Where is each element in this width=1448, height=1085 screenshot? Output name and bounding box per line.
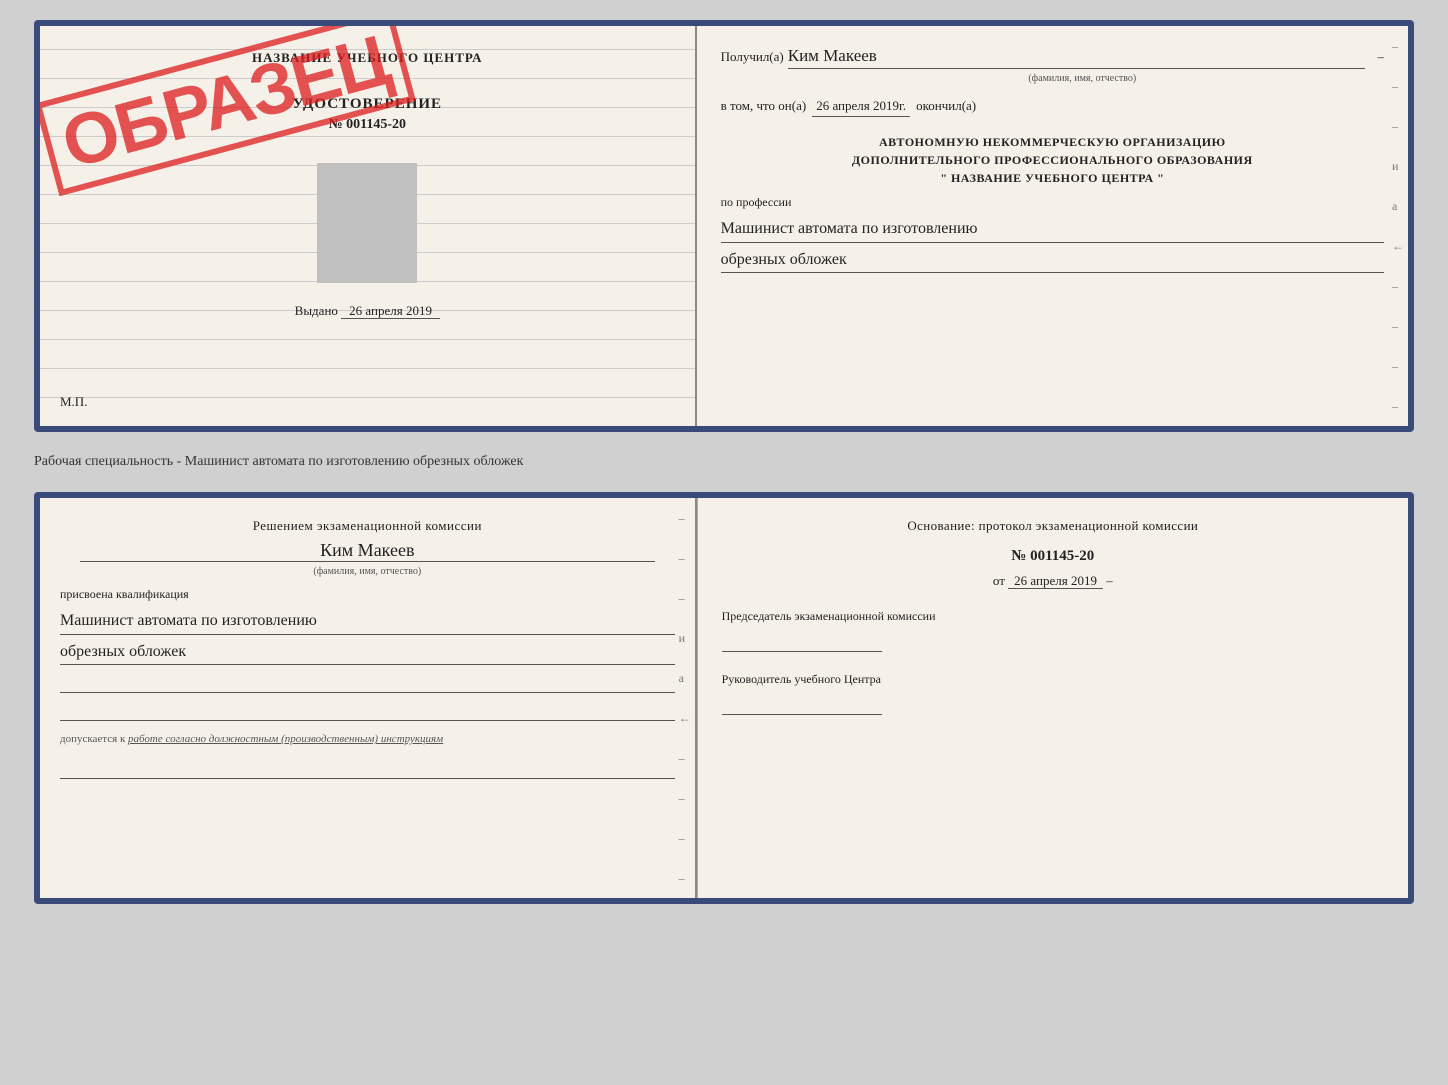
mp-label: М.П. (60, 394, 87, 410)
org-line1: АВТОНОМНУЮ НЕКОММЕРЧЕСКУЮ ОРГАНИЗАЦИЮ (721, 133, 1384, 151)
top-doc-left: НАЗВАНИЕ УЧЕБНОГО ЦЕНТРА ОБРАЗЕЦ УДОСТОВ… (40, 26, 697, 426)
person-name: Ким Макеев (80, 540, 655, 562)
qualification-line1: Машинист автомата по изготовлению (60, 608, 675, 635)
issued-line: Выдано 26 апреля 2019 (60, 303, 675, 319)
protocol-date-line: от 26 апреля 2019 – (722, 573, 1384, 589)
bottom-doc-right: Основание: протокол экзаменационной коми… (697, 498, 1408, 898)
separator-text: Рабочая специальность - Машинист автомат… (34, 448, 1414, 476)
bottom-doc-left: Решением экзаменационной комиссии Ким Ма… (40, 498, 697, 898)
osnov-text: Основание: протокол экзаменационной коми… (722, 518, 1384, 534)
certificate-number: № 001145-20 (60, 117, 675, 133)
допуск-text: допускается к работе согласно должностны… (60, 733, 675, 745)
допуск-prefix: допускается к (60, 733, 125, 745)
profession-line2: обрезных обложек (721, 247, 1384, 274)
vtom-suffix: окончил(а) (916, 98, 976, 114)
blank-line-3 (60, 759, 675, 779)
bottom-document: Решением экзаменационной комиссии Ким Ма… (34, 492, 1414, 904)
chairman-sig-line (722, 628, 882, 652)
top-doc-right: Получил(а) Ким Макеев – (фамилия, имя, о… (697, 26, 1408, 426)
side-dashes-bottom: –––иа←–––– (679, 498, 691, 898)
vtom-prefix: в том, что он(а) (721, 98, 807, 114)
допуск-italic: работе согласно должностным (производств… (128, 733, 443, 745)
blank-line-2 (60, 701, 675, 721)
vtom-line: в том, что он(а) 26 апреля 2019г. окончи… (721, 98, 1384, 117)
protocol-number: № 001145-20 (722, 548, 1384, 565)
recipient-sublabel: (фамилия, имя, отчество) (781, 73, 1384, 84)
protocol-date: 26 апреля 2019 (1008, 573, 1103, 589)
org-line3: " НАЗВАНИЕ УЧЕБНОГО ЦЕНТРА " (721, 169, 1384, 187)
side-dashes: –––иа←–––– (1392, 26, 1404, 426)
recipient-name: Ким Макеев (788, 46, 1366, 69)
qualification-line2: обрезных обложек (60, 639, 675, 666)
org-text: АВТОНОМНУЮ НЕКОММЕРЧЕСКУЮ ОРГАНИЗАЦИЮ ДО… (721, 133, 1384, 187)
profession-line1: Машинист автомата по изготовлению (721, 216, 1384, 243)
photo-placeholder (317, 163, 417, 283)
separator-label: Рабочая специальность - Машинист автомат… (34, 454, 523, 469)
chairman-block: Председатель экзаменационной комиссии (722, 609, 1384, 652)
director-block: Руководитель учебного Центра (722, 672, 1384, 715)
vtom-date: 26 апреля 2019г. (812, 98, 910, 117)
protocol-date-prefix: от (993, 573, 1005, 588)
director-label: Руководитель учебного Центра (722, 672, 1384, 687)
issued-label: Выдано (295, 303, 338, 318)
top-document: НАЗВАНИЕ УЧЕБНОГО ЦЕНТРА ОБРАЗЕЦ УДОСТОВ… (34, 20, 1414, 432)
profession-label: по профессии (721, 195, 1384, 210)
recipient-line: Получил(а) Ким Макеев – (721, 46, 1384, 69)
obrazec-stamp: ОБРАЗЕЦ (35, 36, 346, 325)
blank-line-1 (60, 673, 675, 693)
qualification-label: присвоена квалификация (60, 587, 675, 602)
certificate-label: УДОСТОВЕРЕНИЕ (60, 96, 675, 113)
issued-date: 26 апреля 2019 (341, 303, 440, 319)
org-line2: ДОПОЛНИТЕЛЬНОГО ПРОФЕССИОНАЛЬНОГО ОБРАЗО… (721, 151, 1384, 169)
decision-text: Решением экзаменационной комиссии (60, 518, 675, 534)
chairman-label: Председатель экзаменационной комиссии (722, 609, 1384, 624)
director-sig-line (722, 691, 882, 715)
recipient-prefix: Получил(а) (721, 49, 784, 65)
school-title: НАЗВАНИЕ УЧЕБНОГО ЦЕНТРА (60, 50, 675, 66)
person-sublabel: (фамилия, имя, отчество) (60, 566, 675, 577)
